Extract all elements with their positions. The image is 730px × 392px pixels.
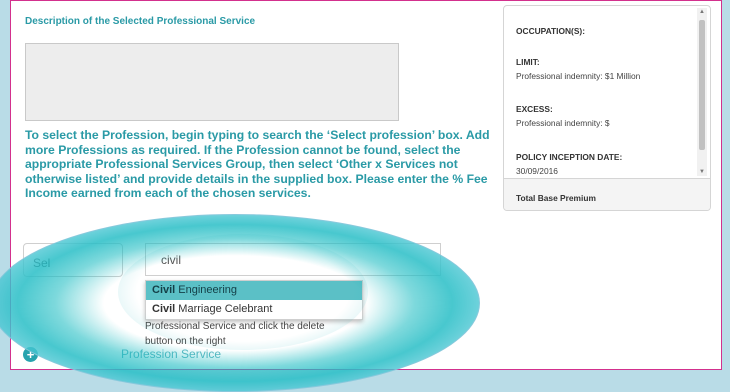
occupation-label: OCCUPATION(S): — [516, 26, 586, 36]
excess-label: EXCESS: — [516, 104, 553, 114]
excess-value: Professional indemnity: $ — [516, 118, 610, 128]
scroll-down-icon[interactable]: ▼ — [698, 168, 706, 176]
dropdown-option-civil-marriage-celebrant[interactable]: Civil Marriage Celebrant — [146, 300, 362, 319]
summary-scroll-area: OCCUPATION(S): LIMIT: Professional indem… — [504, 6, 694, 178]
policy-summary-panel: OCCUPATION(S): LIMIT: Professional indem… — [503, 5, 711, 211]
inception-date-value: 30/09/2016 — [516, 166, 558, 176]
option-rest: Engineering — [175, 284, 238, 296]
select-group-button[interactable]: Sel — [23, 243, 123, 277]
panel-scrollbar[interactable]: ▲ ▼ — [697, 8, 707, 176]
option-rest: Marriage Celebrant — [175, 303, 273, 315]
scrollbar-thumb[interactable] — [699, 20, 705, 150]
scroll-up-icon[interactable]: ▲ — [698, 8, 706, 16]
instructions-text: To select the Profession, begin typing t… — [25, 128, 490, 201]
option-match: Civil — [152, 303, 176, 315]
dropdown-option-civil-engineering[interactable]: Civil Engineering — [146, 281, 362, 300]
profession-dropdown: Civil Engineering Civil Marriage Celebra… — [145, 280, 363, 320]
description-title: Description of the Selected Professional… — [25, 16, 256, 27]
helper-text: Professional Service and click the delet… — [145, 321, 325, 347]
add-profession-label[interactable]: Profession Service — [121, 347, 221, 361]
plus-icon[interactable]: + — [23, 347, 38, 362]
limit-value: Professional indemnity: $1 Million — [516, 71, 641, 81]
limit-label: LIMIT: — [516, 57, 540, 67]
panel-footer: Total Base Premium — [504, 178, 710, 210]
inception-date-label: POLICY INCEPTION DATE: — [516, 152, 623, 162]
total-base-premium-label: Total Base Premium — [516, 193, 596, 203]
description-textarea[interactable] — [25, 43, 399, 121]
option-match: Civil — [152, 284, 176, 296]
profession-search-input[interactable]: civil — [145, 243, 441, 276]
main-content-frame: Description of the Selected Professional… — [10, 0, 722, 370]
